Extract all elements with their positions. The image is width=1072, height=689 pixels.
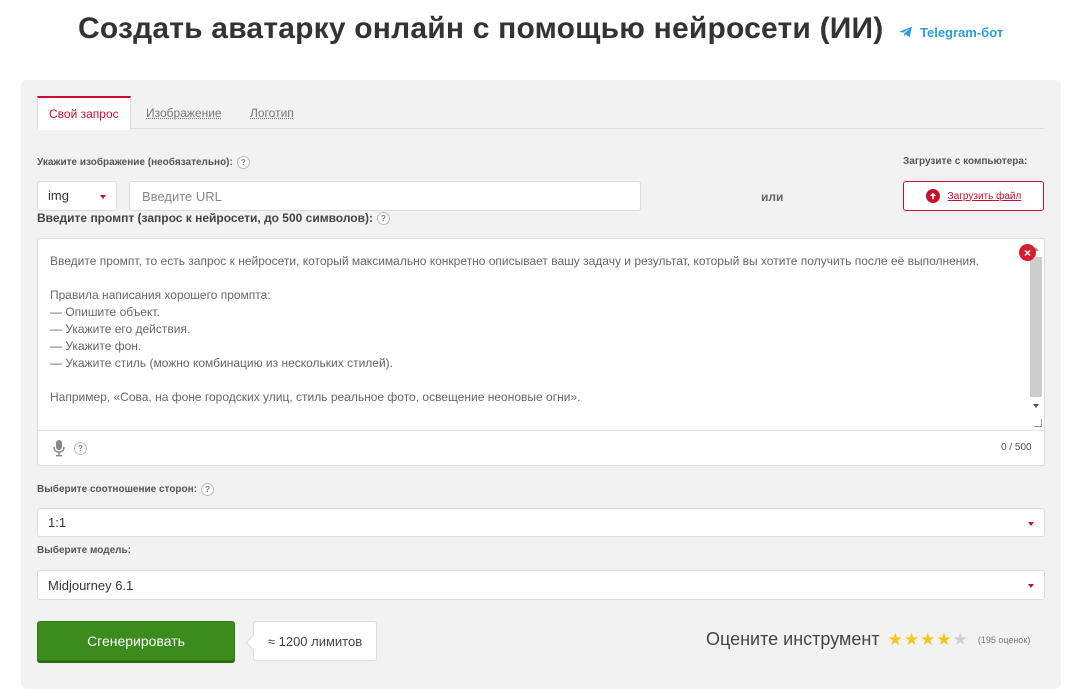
generator-panel: Свой запрос Изображение Логотип Укажите … — [21, 80, 1061, 689]
ratio-label: Выберите соотношение сторон: ? — [37, 483, 215, 496]
image-label: Укажите изображение (необязательно): ? — [37, 156, 250, 169]
ratio-label-text: Выберите соотношение сторон: — [37, 484, 198, 495]
tab-own-request[interactable]: Свой запрос — [37, 96, 131, 130]
prompt-textarea[interactable]: Введите промпт, то есть запрос к нейросе… — [37, 238, 1045, 466]
help-icon[interactable]: ? — [201, 483, 215, 496]
image-format-value: img — [48, 188, 69, 203]
aspect-ratio-value: 1:1 — [48, 515, 67, 530]
chevron-down-icon — [1028, 584, 1034, 588]
chevron-down-icon — [1028, 522, 1034, 526]
char-counter: 0 / 500 — [1001, 442, 1032, 453]
upload-label: Загрузите с компьютера: — [903, 156, 1028, 167]
help-icon[interactable]: ? — [377, 211, 390, 225]
prompt-placeholder: Введите промпт, то есть запрос к нейросе… — [50, 254, 979, 404]
scroll-thumb[interactable] — [1030, 257, 1042, 397]
upload-icon — [925, 189, 940, 203]
star-icon[interactable]: ★ — [920, 630, 935, 649]
model-value: Midjourney 6.1 — [48, 578, 134, 593]
star-icon[interactable]: ★ — [953, 630, 968, 649]
tab-logo[interactable]: Логотип — [250, 96, 294, 129]
upload-file-label: Загрузить файл — [947, 190, 1022, 202]
resize-handle-icon[interactable] — [1034, 419, 1042, 427]
or-separator: или — [761, 190, 784, 204]
limits-badge: ≈ 1200 лимитов — [253, 621, 377, 661]
upload-file-button[interactable]: Загрузить файл — [903, 181, 1044, 211]
clear-prompt-button[interactable]: × — [1019, 244, 1036, 261]
tab-image[interactable]: Изображение — [146, 96, 222, 129]
telegram-bot-label: Telegram-бот — [920, 24, 1004, 40]
model-select[interactable]: Midjourney 6.1 — [37, 570, 1045, 600]
model-label: Выберите модель: — [37, 545, 131, 556]
prompt-label-text: Введите промпт (запрос к нейросети, до 5… — [37, 211, 373, 225]
scroll-down-icon[interactable] — [1033, 404, 1039, 408]
rating-stars[interactable]: ★ ★ ★ ★ ★ — [888, 630, 968, 649]
rating-label: Оцените инструмент — [706, 629, 880, 649]
page-title: Создать аватарку онлайн с помощью нейрос… — [78, 12, 884, 45]
url-input[interactable] — [129, 181, 641, 211]
prompt-label: Введите промпт (запрос к нейросети, до 5… — [37, 211, 390, 225]
tab-bar: Свой запрос Изображение Логотип — [37, 96, 1044, 130]
microphone-icon[interactable] — [52, 439, 66, 457]
image-format-select[interactable]: img — [37, 181, 117, 211]
page-header: Создать аватарку онлайн с помощью нейрос… — [0, 0, 1072, 62]
image-label-text: Укажите изображение (необязательно): — [37, 157, 233, 168]
rating-widget: Оцените инструмент ★ ★ ★ ★ ★ (195 оценок) — [706, 629, 1030, 650]
prompt-scrollbar[interactable] — [1029, 245, 1043, 429]
star-icon[interactable]: ★ — [888, 630, 903, 649]
help-icon[interactable]: ? — [74, 442, 87, 455]
generate-button[interactable]: Сгенерировать — [37, 621, 235, 661]
prompt-divider — [38, 430, 1044, 431]
star-icon[interactable]: ★ — [904, 630, 919, 649]
aspect-ratio-select[interactable]: 1:1 — [37, 508, 1045, 537]
rating-count: (195 оценок) — [977, 634, 1031, 645]
help-icon[interactable]: ? — [236, 156, 250, 169]
star-icon[interactable]: ★ — [936, 630, 951, 649]
chevron-down-icon — [100, 195, 106, 199]
telegram-icon — [899, 26, 912, 38]
telegram-bot-link[interactable]: Telegram-бот — [898, 24, 1003, 40]
